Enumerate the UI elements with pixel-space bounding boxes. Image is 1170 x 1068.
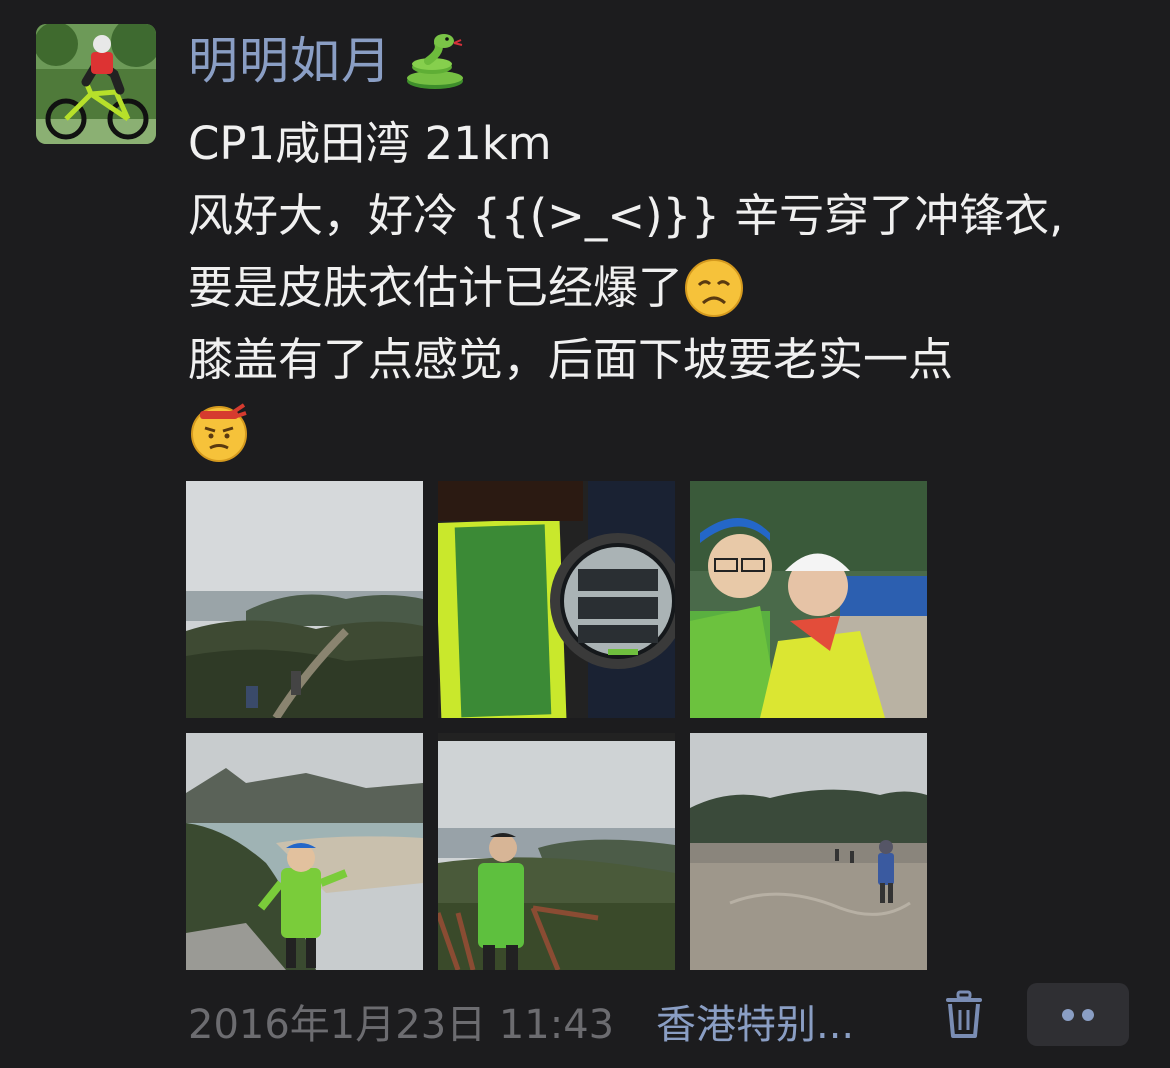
- more-dots-icon: [1062, 1008, 1094, 1021]
- annoyed-face-icon: [188, 401, 250, 463]
- photo-hill-view[interactable]: [186, 481, 423, 718]
- photo-selfie[interactable]: [690, 481, 927, 718]
- post-footer: 2016年1月23日 11:43 香港特别...: [186, 980, 1146, 1050]
- trash-icon[interactable]: [942, 990, 986, 1040]
- post-line-5: [188, 396, 1148, 468]
- sad-face-icon: [683, 257, 745, 319]
- post-text: CP1咸田湾 21km 风好大，好冷 {{(>_<)}} 辛亏穿了冲锋衣, 要是…: [188, 108, 1148, 468]
- post-line-2: 风好大，好冷 {{(>_<)}} 辛亏穿了冲锋衣,: [188, 189, 1064, 242]
- photo-grid: [186, 481, 927, 971]
- more-button[interactable]: [1027, 983, 1129, 1046]
- post-line-3-text: 要是皮肤衣估计已经爆了: [188, 261, 684, 314]
- photo-watch[interactable]: [438, 481, 675, 718]
- post-line-3: 要是皮肤衣估计已经爆了: [188, 252, 1148, 324]
- timestamp: 2016年1月23日 11:43: [188, 1002, 615, 1048]
- username[interactable]: 明明如月: [188, 26, 468, 96]
- photo-beach-runner[interactable]: [186, 733, 423, 970]
- avatar[interactable]: [36, 24, 156, 144]
- post-line-1: CP1咸田湾 21km: [188, 117, 552, 170]
- snake-icon: [407, 34, 463, 89]
- location-link[interactable]: 香港特别...: [656, 992, 854, 1050]
- photo-beach-sand[interactable]: [690, 733, 927, 970]
- post-line-4: 膝盖有了点感觉，后面下坡要老实一点: [188, 333, 954, 386]
- username-text: 明明如月: [188, 32, 392, 90]
- photo-runner-stairs[interactable]: [438, 733, 675, 970]
